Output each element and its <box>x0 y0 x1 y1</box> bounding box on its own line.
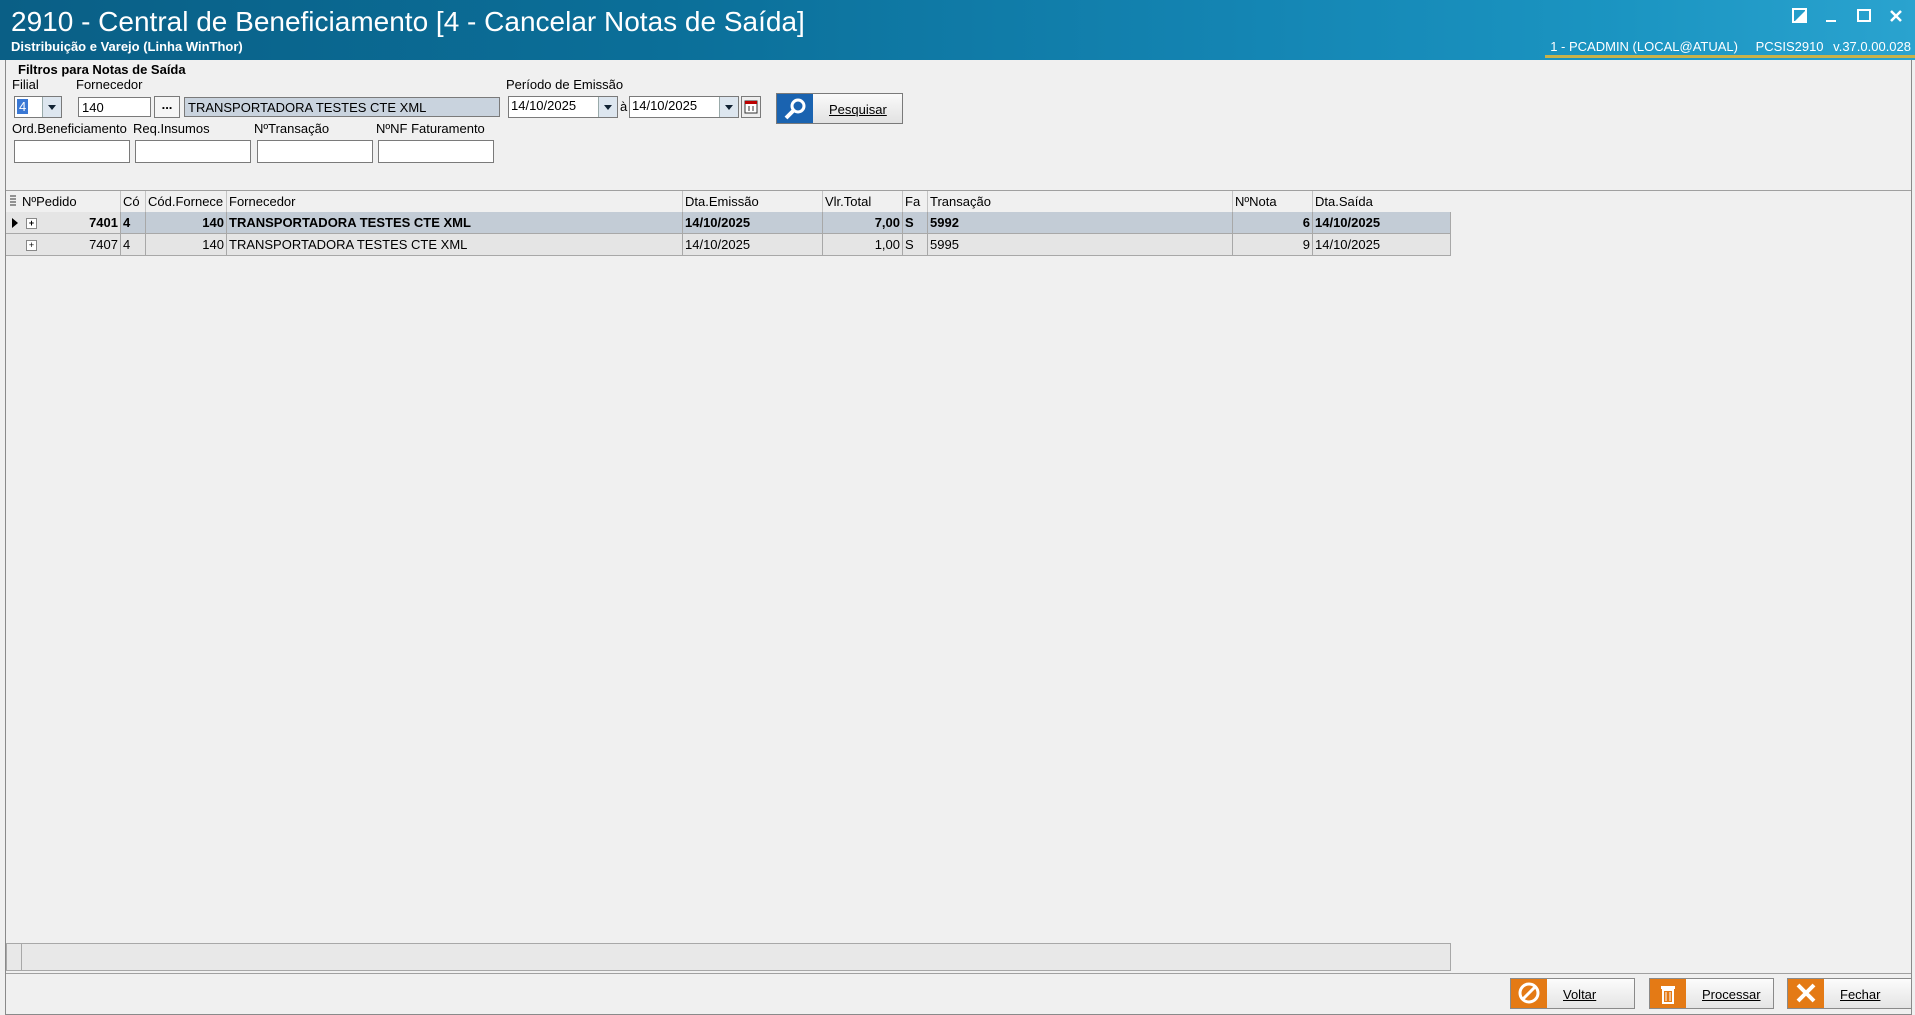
cell-transacao: 5995 <box>928 234 1233 256</box>
col-header-cod[interactable]: Có <box>121 191 146 212</box>
cell-nnota: 9 <box>1233 234 1313 256</box>
processar-button[interactable]: Processar <box>1649 978 1774 1009</box>
cell-fornecedor: TRANSPORTADORA TESTES CTE XML <box>227 234 683 256</box>
chevron-down-icon[interactable] <box>719 97 738 117</box>
req-insumos-label: Req.Insumos <box>133 121 210 136</box>
col-header-nnota[interactable]: NºNota <box>1233 191 1313 212</box>
version-label: v.37.0.00.028 <box>1833 39 1911 54</box>
cell-dta-emissao: 14/10/2025 <box>683 234 823 256</box>
calendar-icon[interactable] <box>741 96 761 118</box>
cell-vlr-total: 1,00 <box>823 234 903 256</box>
nnf-label: NºNF Faturamento <box>376 121 485 136</box>
filial-value: 4 <box>17 99 29 114</box>
ord-benef-input[interactable] <box>14 140 130 163</box>
main-frame: Filtros para Notas de Saída Filial 4 For… <box>5 60 1912 1015</box>
data-inicio-picker[interactable]: 14/10/2025 <box>508 96 618 118</box>
cell-cod: 4 <box>121 212 146 234</box>
ord-benef-label: Ord.Beneficiamento <box>12 121 127 136</box>
col-header-dta-emissao[interactable]: Dta.Emissão <box>683 191 823 212</box>
program-label: PCSIS2910 <box>1755 39 1824 54</box>
close-icon[interactable] <box>1887 8 1905 26</box>
fornecedor-name-field: TRANSPORTADORA TESTES CTE XML <box>184 97 500 117</box>
cell-cod: 4 <box>121 234 146 256</box>
window-controls <box>1791 8 1905 26</box>
restore-layout-icon[interactable] <box>1791 8 1809 26</box>
cancel-icon <box>1511 979 1547 1008</box>
col-header-fornecedor[interactable]: Fornecedor <box>227 191 683 212</box>
column-chooser-icon[interactable] <box>6 191 20 212</box>
fornecedor-label: Fornecedor <box>76 77 143 92</box>
accent-line <box>1545 55 1915 58</box>
current-row-icon <box>12 218 18 228</box>
cell-nnota: 6 <box>1233 212 1313 234</box>
cell-fornecedor: TRANSPORTADORA TESTES CTE XML <box>227 212 683 234</box>
filial-combo[interactable]: 4 <box>14 96 62 118</box>
cell-transacao: 5992 <box>928 212 1233 234</box>
col-header-fat[interactable]: Fa <box>903 191 928 212</box>
data-fim-picker[interactable]: 14/10/2025 <box>629 96 739 118</box>
col-header-cod-fornec[interactable]: Cód.Fornece <box>146 191 227 212</box>
periodo-separator: à <box>620 99 628 114</box>
cell-vlr-total: 7,00 <box>823 212 903 234</box>
processar-label: Processar <box>1702 987 1761 1002</box>
cell-cod-fornec: 140 <box>146 212 227 234</box>
footer-divider <box>21 944 22 970</box>
cell-fat: S <box>903 212 928 234</box>
col-header-transacao[interactable]: Transação <box>928 191 1233 212</box>
search-icon <box>777 94 813 123</box>
table-row[interactable]: + 7407 4 140 TRANSPORTADORA TESTES CTE X… <box>6 234 1451 256</box>
col-header-dta-saida[interactable]: Dta.Saída <box>1313 191 1451 212</box>
fornecedor-lookup-button[interactable]: ... <box>154 96 180 118</box>
ntransacao-label: NºTransação <box>254 121 330 136</box>
fechar-button[interactable]: Fechar <box>1787 978 1912 1009</box>
cell-npedido: 7407 <box>20 234 121 256</box>
window-subtitle: Distribuição e Varejo (Linha WinThor) <box>11 39 243 54</box>
action-bar: Voltar Processar Fechar <box>6 973 1912 1015</box>
voltar-label: Voltar <box>1563 987 1597 1002</box>
cell-dta-saida: 14/10/2025 <box>1313 234 1451 256</box>
nnf-input[interactable] <box>378 140 494 163</box>
maximize-icon[interactable] <box>1855 8 1873 26</box>
voltar-button[interactable]: Voltar <box>1510 978 1635 1009</box>
cell-dta-emissao: 14/10/2025 <box>683 212 823 234</box>
filial-label: Filial <box>12 77 39 92</box>
fornecedor-code-input[interactable]: 140 <box>78 97 151 117</box>
ntransacao-input[interactable] <box>257 140 373 163</box>
window-title: 2910 - Central de Beneficiamento [4 - Ca… <box>11 6 805 37</box>
fechar-label: Fechar <box>1840 987 1881 1002</box>
cell-npedido: 7401 <box>20 212 121 234</box>
filters-title: Filtros para Notas de Saída <box>18 62 186 77</box>
grid-footer <box>6 943 1451 971</box>
cell-fat: S <box>903 234 928 256</box>
search-button-label: Pesquisar <box>829 102 887 117</box>
user-label: 1 - PCADMIN (LOCAL@ATUAL) <box>1550 39 1738 54</box>
col-header-vlr-total[interactable]: Vlr.Total <box>823 191 903 212</box>
trash-icon <box>1650 979 1686 1008</box>
minimize-icon[interactable] <box>1823 8 1841 26</box>
title-bar: 2910 - Central de Beneficiamento [4 - Ca… <box>0 0 1915 60</box>
data-inicio-value: 14/10/2025 <box>511 98 577 113</box>
search-button[interactable]: Pesquisar <box>776 93 903 124</box>
cell-cod-fornec: 140 <box>146 234 227 256</box>
filters-panel: Filtros para Notas de Saída Filial 4 For… <box>6 60 1911 191</box>
cell-dta-saida: 14/10/2025 <box>1313 212 1451 234</box>
table-row[interactable]: + 7401 4 140 TRANSPORTADORA TESTES CTE X… <box>6 212 1451 234</box>
req-insumos-input[interactable] <box>135 140 251 163</box>
data-fim-value: 14/10/2025 <box>632 98 698 113</box>
chevron-down-icon[interactable] <box>42 97 61 117</box>
close-icon <box>1788 979 1824 1008</box>
col-header-npedido[interactable]: NºPedido <box>20 191 121 212</box>
user-info: 1 - PCADMIN (LOCAL@ATUAL) PCSIS2910 v.37… <box>1536 39 1911 54</box>
chevron-down-icon[interactable] <box>598 97 617 117</box>
periodo-label: Período de Emissão <box>506 77 624 92</box>
